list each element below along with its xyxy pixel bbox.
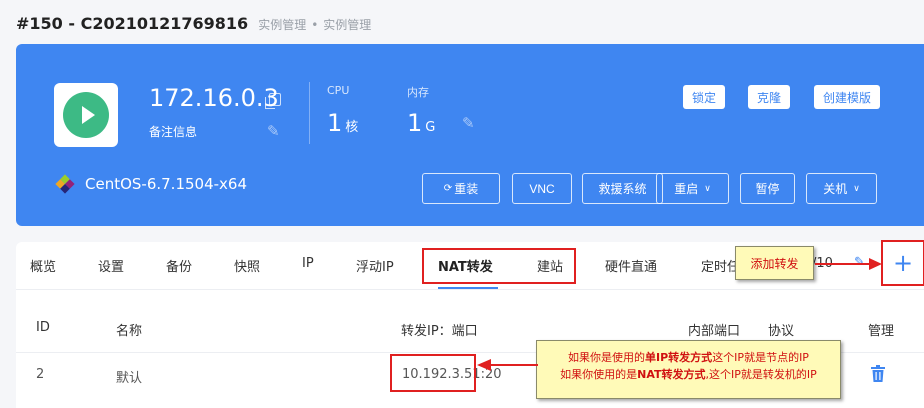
tab-backup[interactable]: 备份 (166, 256, 192, 275)
note-text: ,这个IP就是转发机的IP (705, 368, 817, 381)
instance-page: #150 - C20210121769816 实例管理 • 实例管理 172.16.… (0, 0, 924, 408)
breadcrumb-item[interactable]: 实例管理 (323, 16, 371, 33)
rescue-system-button[interactable]: 救援系统 (582, 173, 663, 204)
annotation-arrow (815, 258, 882, 270)
chevron-down-icon: ∨ (853, 183, 860, 193)
breadcrumb: 实例管理 • 实例管理 (258, 16, 371, 33)
note-label: 备注信息 (149, 125, 198, 139)
note-emphasis: 单IP转发方式 (645, 351, 713, 364)
annotation-highlight-tabs (422, 248, 576, 284)
os-info: CentOS-6.7.1504-x64 (55, 174, 248, 194)
instance-ip: 172.16.0.3 (149, 84, 279, 112)
create-template-button[interactable]: 创建模版 (814, 85, 881, 109)
breadcrumb-item[interactable]: 实例管理 (258, 16, 306, 33)
note-emphasis: NAT转发方式 (637, 368, 706, 381)
power-status-tile[interactable] (54, 83, 118, 147)
lock-button[interactable]: 锁定 (683, 85, 726, 109)
tab-overview[interactable]: 概览 (30, 256, 56, 275)
shutdown-label: 关机 (823, 182, 848, 196)
column-header-id: ID (36, 320, 50, 335)
column-header-internal-port: 内部端口 (688, 324, 741, 339)
annotation-ip-note: 如果你是使用的单IP转发方式这个IP就是节点的IP 如果你使用的是NAT转发方式… (536, 340, 841, 399)
annotation-ip-note-line: 如果你使用的是NAT转发方式,这个IP就是转发机的IP (537, 366, 840, 383)
memory-value: 1G (407, 109, 435, 137)
cpu-unit: 核 (345, 120, 359, 135)
cpu-label: CPU (327, 84, 350, 97)
chevron-down-icon: ∨ (704, 183, 711, 193)
tab-settings[interactable]: 设置 (98, 256, 124, 275)
annotation-add-forward: 添加转发 (735, 246, 814, 280)
vnc-button[interactable]: VNC (512, 173, 572, 204)
cell-name: 默认 (116, 371, 143, 386)
note-text: 如果你使用的是 (560, 368, 638, 381)
tab-snapshot[interactable]: 快照 (234, 256, 260, 275)
annotation-highlight-ip (390, 354, 476, 392)
page-title: #150 - C20210121769816 (16, 14, 249, 33)
column-header-forward: 转发IP：端口 (401, 324, 478, 339)
trash-icon[interactable] (870, 365, 886, 382)
reinstall-label: 重装 (454, 182, 479, 196)
column-header-protocol: 协议 (768, 324, 795, 339)
edit-icon[interactable]: ✎ (462, 114, 475, 132)
breadcrumb-separator: • (311, 18, 319, 32)
tab-ip[interactable]: IP (302, 256, 314, 271)
memory-amount: 1 (407, 109, 423, 137)
clone-button[interactable]: 克隆 (748, 85, 791, 109)
cpu-count: 1 (327, 109, 343, 137)
shutdown-button[interactable]: 关机 ∨ (806, 173, 877, 204)
memory-label: 内存 (407, 86, 429, 99)
annotation-ip-note-line: 如果你是使用的单IP转发方式这个IP就是节点的IP (537, 349, 840, 366)
reboot-label: 重启 (674, 182, 699, 196)
reboot-button[interactable]: 重启 ∨ (656, 173, 729, 204)
tab-hardware-passthrough[interactable]: 硬件直通 (605, 256, 657, 275)
reinstall-button[interactable]: ⟳ 重装 (422, 173, 500, 204)
memory-unit: G (425, 120, 436, 135)
column-header-name: 名称 (116, 324, 143, 339)
divider (16, 289, 924, 290)
annotation-arrow (477, 359, 538, 371)
plus-icon[interactable]: + (893, 251, 913, 275)
copy-icon[interactable] (265, 93, 281, 109)
note-text: 这个IP就是节点的IP (712, 351, 809, 364)
cpu-value: 1核 (327, 109, 358, 137)
refresh-icon: ⟳ (443, 183, 453, 194)
cell-id: 2 (36, 367, 45, 382)
instance-summary-card: 172.16.0.3 备注信息 ✎ CPU 1核 内存 1G ✎ 锁定 克隆 创… (16, 44, 924, 226)
page-header: #150 - C20210121769816 实例管理 • 实例管理 (16, 14, 371, 33)
centos-logo-icon (55, 174, 75, 194)
edit-icon[interactable]: ✎ (267, 122, 280, 140)
column-header-manage: 管理 (868, 324, 895, 339)
tab-floating-ip[interactable]: 浮动IP (356, 256, 394, 275)
divider (309, 82, 310, 144)
os-name: CentOS-6.7.1504-x64 (85, 175, 248, 193)
note-text: 如果你是使用的 (568, 351, 646, 364)
play-icon (63, 92, 109, 138)
pause-button[interactable]: 暂停 (740, 173, 795, 204)
